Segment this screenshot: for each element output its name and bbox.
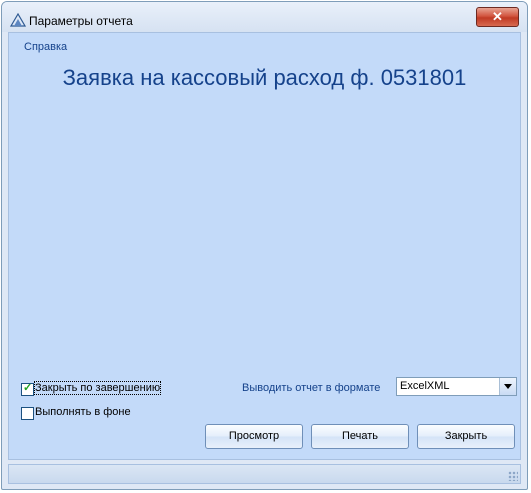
window-title: Параметры отчета xyxy=(29,14,133,28)
dialog-body: Справка Заявка на кассовый расход ф. 053… xyxy=(8,32,521,460)
report-parameters-window: Параметры отчета ✕ Справка Заявка на кас… xyxy=(1,1,528,490)
close-window-button[interactable]: ✕ xyxy=(476,7,519,27)
close-on-complete-label: Закрыть по завершению xyxy=(33,381,162,395)
resize-grip-icon[interactable] xyxy=(508,471,518,481)
preview-button[interactable]: Просмотр xyxy=(205,424,303,449)
print-button[interactable]: Печать xyxy=(311,424,409,449)
format-dropdown-button[interactable] xyxy=(499,378,516,395)
chevron-down-icon xyxy=(504,384,512,389)
help-menu[interactable]: Справка xyxy=(24,41,67,53)
run-in-background-option[interactable]: Выполнять в фоне xyxy=(21,406,151,421)
checkmark-icon: ✓ xyxy=(23,382,33,394)
close-button[interactable]: Закрыть xyxy=(417,424,515,449)
output-format-value: ExcelXML xyxy=(400,380,450,392)
report-app-icon xyxy=(10,13,26,27)
output-format-select[interactable]: ExcelXML xyxy=(396,377,517,396)
status-bar xyxy=(8,464,521,484)
close-on-complete-option[interactable]: ✓ Закрыть по завершению xyxy=(21,381,171,397)
close-icon: ✕ xyxy=(492,9,503,24)
run-in-background-label: Выполнять в фоне xyxy=(35,406,131,418)
output-format-label: Выводить отчет в формате xyxy=(242,382,381,394)
close-on-complete-checkbox[interactable]: ✓ xyxy=(21,382,34,396)
title-bar[interactable]: Параметры отчета ✕ xyxy=(2,2,527,32)
report-title: Заявка на кассовый расход ф. 0531801 xyxy=(62,65,467,90)
run-in-background-checkbox[interactable] xyxy=(21,407,34,420)
